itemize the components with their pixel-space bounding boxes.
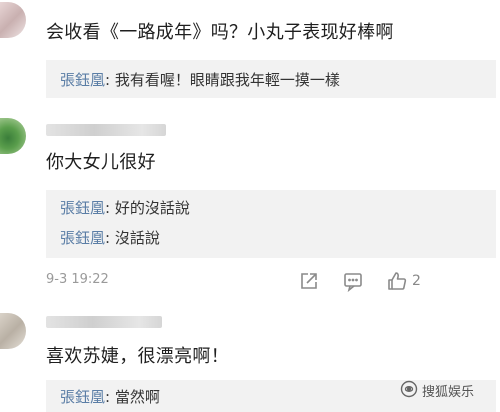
comment-icon[interactable]: [342, 270, 364, 293]
reply-text: 沒話說: [114, 229, 160, 247]
reply-separator: :: [105, 199, 115, 217]
reply[interactable]: 張鈺凰: 當然啊: [60, 386, 160, 407]
reply-author[interactable]: 張鈺凰: [60, 388, 105, 406]
avatar[interactable]: [0, 118, 26, 154]
reply-separator: :: [105, 229, 115, 247]
comment-text: 你大女儿很好: [46, 152, 156, 173]
reply-text: 我有看喔！眼睛跟我年輕一摸一樣: [114, 71, 340, 89]
comment-text: 会收看《一路成年》吗？小丸子表现好棒啊: [46, 22, 394, 43]
like-count: 2: [412, 273, 421, 289]
reply-author[interactable]: 張鈺凰: [60, 71, 105, 89]
timestamp: 9-3 19:22: [46, 272, 109, 287]
reply-separator: :: [105, 71, 115, 89]
comment-text: 喜欢苏婕，很漂亮啊！: [46, 346, 229, 367]
reply[interactable]: 張鈺凰: 沒話說: [60, 227, 160, 248]
avatar[interactable]: [0, 313, 26, 349]
watermark-text: 搜狐娱乐: [422, 385, 475, 400]
avatar[interactable]: [0, 2, 26, 38]
sohu-logo-icon: [400, 380, 418, 398]
username-blurred[interactable]: [46, 316, 162, 328]
reply-author[interactable]: 張鈺凰: [60, 229, 105, 247]
reply[interactable]: 張鈺凰: 我有看喔！眼睛跟我年輕一摸一樣: [60, 69, 340, 90]
comment-meta-row: 9-3 19:22 2: [46, 270, 500, 293]
reply-separator: :: [105, 388, 115, 406]
reply-box: 張鈺凰: 好的沒話說 張鈺凰: 沒話說: [46, 190, 496, 258]
thumbs-up-icon[interactable]: [386, 270, 408, 292]
reply-text: 好的沒話說: [114, 199, 190, 217]
reply[interactable]: 張鈺凰: 好的沒話說: [60, 197, 190, 218]
reply-text: 當然啊: [114, 388, 160, 406]
username-blurred[interactable]: [46, 124, 166, 136]
share-icon[interactable]: [298, 270, 320, 292]
reply-box: 張鈺凰: 我有看喔！眼睛跟我年輕一摸一樣: [46, 60, 496, 98]
reply-author[interactable]: 張鈺凰: [60, 199, 105, 217]
